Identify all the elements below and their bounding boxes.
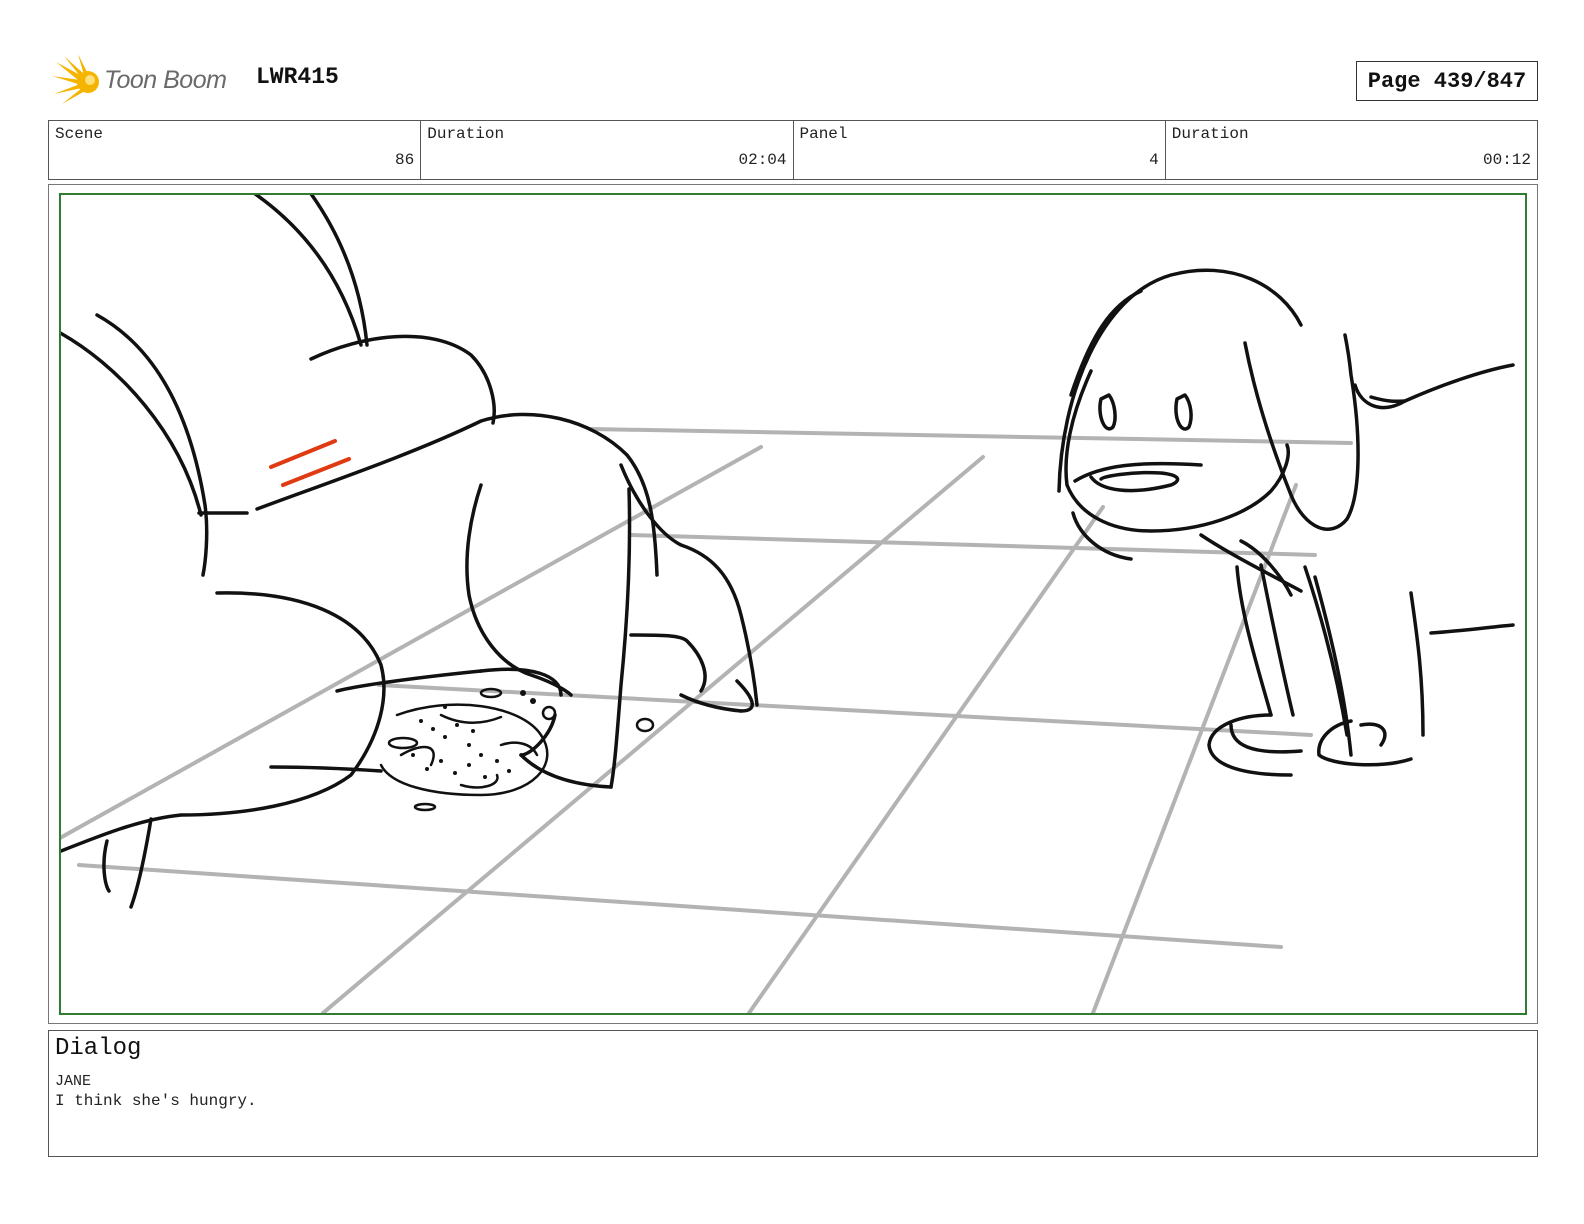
- scene-label: Scene: [55, 125, 104, 143]
- panel-sketch: [61, 195, 1515, 1013]
- panel-duration-cell: Duration 00:12: [1166, 121, 1537, 179]
- logo-wordmark: Toon Boom: [104, 66, 227, 94]
- scene-duration-label: Duration: [427, 125, 505, 143]
- scene-info-bar: Scene 86 Duration 02:04 Panel 4 Duration…: [48, 120, 1538, 180]
- starburst-logo-icon: [52, 54, 99, 104]
- panel-label: Panel: [799, 125, 848, 143]
- panel-value: 4: [1149, 151, 1159, 169]
- toon-boom-logo: Toon Boom: [52, 54, 242, 110]
- panel-duration-label: Duration: [1171, 125, 1249, 143]
- page-counter: Page 439/847: [1356, 61, 1538, 101]
- food-pile-sketch: [379, 687, 655, 812]
- panel-duration-value: 00:12: [1482, 151, 1531, 169]
- dialog-speaker: JANE: [55, 1073, 92, 1090]
- dialog-box: Dialog JANE I think she's hungry.: [48, 1030, 1538, 1157]
- dog-watching-sketch: [1057, 268, 1515, 777]
- food-dots: [411, 690, 536, 779]
- panel-cell: Panel 4: [794, 121, 1166, 179]
- scene-duration-value: 02:04: [738, 151, 787, 169]
- project-code: LWR415: [256, 64, 339, 90]
- dog-eating-sketch: [61, 195, 759, 909]
- scene-value: 86: [395, 151, 415, 169]
- storyboard-panel-frame: [48, 184, 1538, 1024]
- storyboard-panel-drawing: [59, 193, 1527, 1015]
- scene-cell: Scene 86: [49, 121, 422, 179]
- dialog-line: I think she's hungry.: [55, 1092, 257, 1110]
- dialog-title: Dialog: [55, 1035, 142, 1062]
- scene-duration-cell: Duration 02:04: [421, 121, 794, 179]
- floor-grid: [61, 427, 1353, 1013]
